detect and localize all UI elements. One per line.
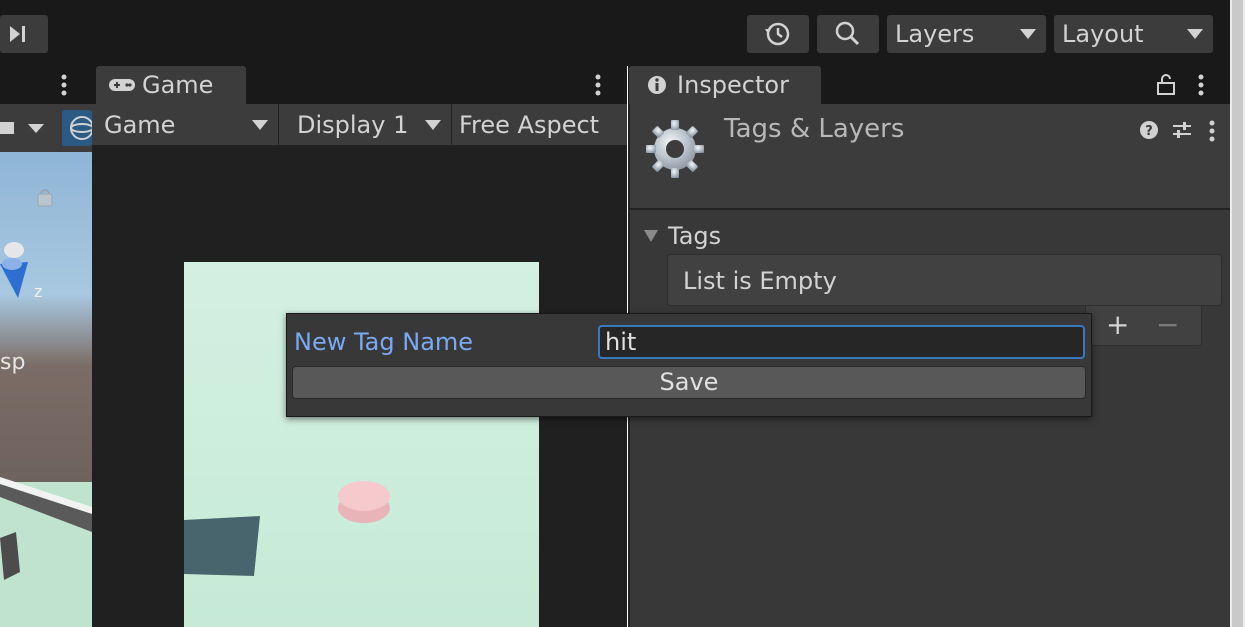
remove-tag-button[interactable]: − [1156,308,1179,341]
lock-button[interactable] [1156,72,1176,98]
info-icon [648,76,666,94]
gizmo-toggle-button[interactable] [62,110,94,146]
plus-icon: + [1106,308,1130,341]
step-icon [10,26,25,42]
tab-game-label: Game [142,71,214,99]
scene-mode-dropdown[interactable] [0,114,50,142]
help-icon: ? [1140,121,1158,139]
kebab-menu-icon [1198,74,1204,96]
chevron-down-icon [1020,29,1036,39]
window-scrollbar[interactable] [1230,0,1245,627]
game-view-dropdown-label: Game [104,111,176,139]
gamepad-icon [109,79,135,91]
list-empty-text: List is Empty [683,267,837,295]
scene-tabbar [0,66,92,104]
minus-icon: − [1156,308,1180,341]
search-button[interactable] [817,15,879,53]
layout-dropdown[interactable]: Layout [1054,15,1213,53]
new-tag-name-label: New Tag Name [294,328,474,356]
add-tag-button[interactable]: + [1106,308,1129,341]
axis-z-label: z [34,282,43,301]
sliders-icon [1173,122,1191,138]
tab-game[interactable]: Game [96,66,246,104]
scene-gizmo [0,189,92,627]
aspect-dropdown[interactable]: Free Aspect [449,104,627,146]
inspector-menu-button[interactable] [1193,72,1209,98]
layers-dropdown[interactable]: Layers [887,15,1046,53]
camera-mode-icon [0,122,44,134]
triangle-down-icon [644,230,658,242]
kebab-menu-icon [61,74,67,96]
display-dropdown-label: Display 1 [297,111,409,139]
chevron-down-icon [1187,29,1203,39]
presets-button[interactable] [1170,118,1194,142]
component-menu-button[interactable] [1204,118,1220,144]
tags-list: List is Empty [667,254,1222,306]
svg-text:?: ? [1145,124,1153,139]
display-dropdown[interactable]: Display 1 [287,104,452,146]
lock-icon [1157,74,1175,95]
layers-dropdown-label: Layers [895,20,975,48]
perspective-label: sp [0,350,26,375]
chevron-down-icon [252,120,268,130]
layout-dropdown-label: Layout [1062,20,1144,48]
tags-section-label: Tags [668,222,722,250]
aspect-dropdown-label: Free Aspect [459,111,600,139]
search-icon [835,21,860,46]
game-view-dropdown[interactable]: Game [94,104,279,146]
scene-view[interactable]: z sp [0,152,92,627]
gear-icon [646,120,704,178]
scene-toolbar [0,104,94,152]
tab-inspector-label: Inspector [677,71,789,99]
step-button[interactable] [0,15,48,53]
scene-menu-button[interactable] [56,72,72,98]
list-footer: + − [1085,306,1202,346]
history-icon [765,22,790,46]
gizmo-icon [70,116,94,140]
history-button[interactable] [747,15,809,53]
inspector-title: Tags & Layers [724,114,905,144]
new-tag-name-input[interactable] [598,325,1085,359]
help-button[interactable]: ? [1138,118,1160,142]
inspector-header: Tags & Layers ? [630,104,1230,210]
scrollbar-thumb[interactable] [1232,0,1243,627]
kebab-menu-icon [595,74,601,96]
chevron-down-icon [425,120,441,130]
save-button[interactable]: Save [292,366,1086,399]
game-menu-button[interactable] [590,72,606,98]
tab-inspector[interactable]: Inspector [629,66,821,104]
kebab-menu-icon [1209,120,1215,142]
